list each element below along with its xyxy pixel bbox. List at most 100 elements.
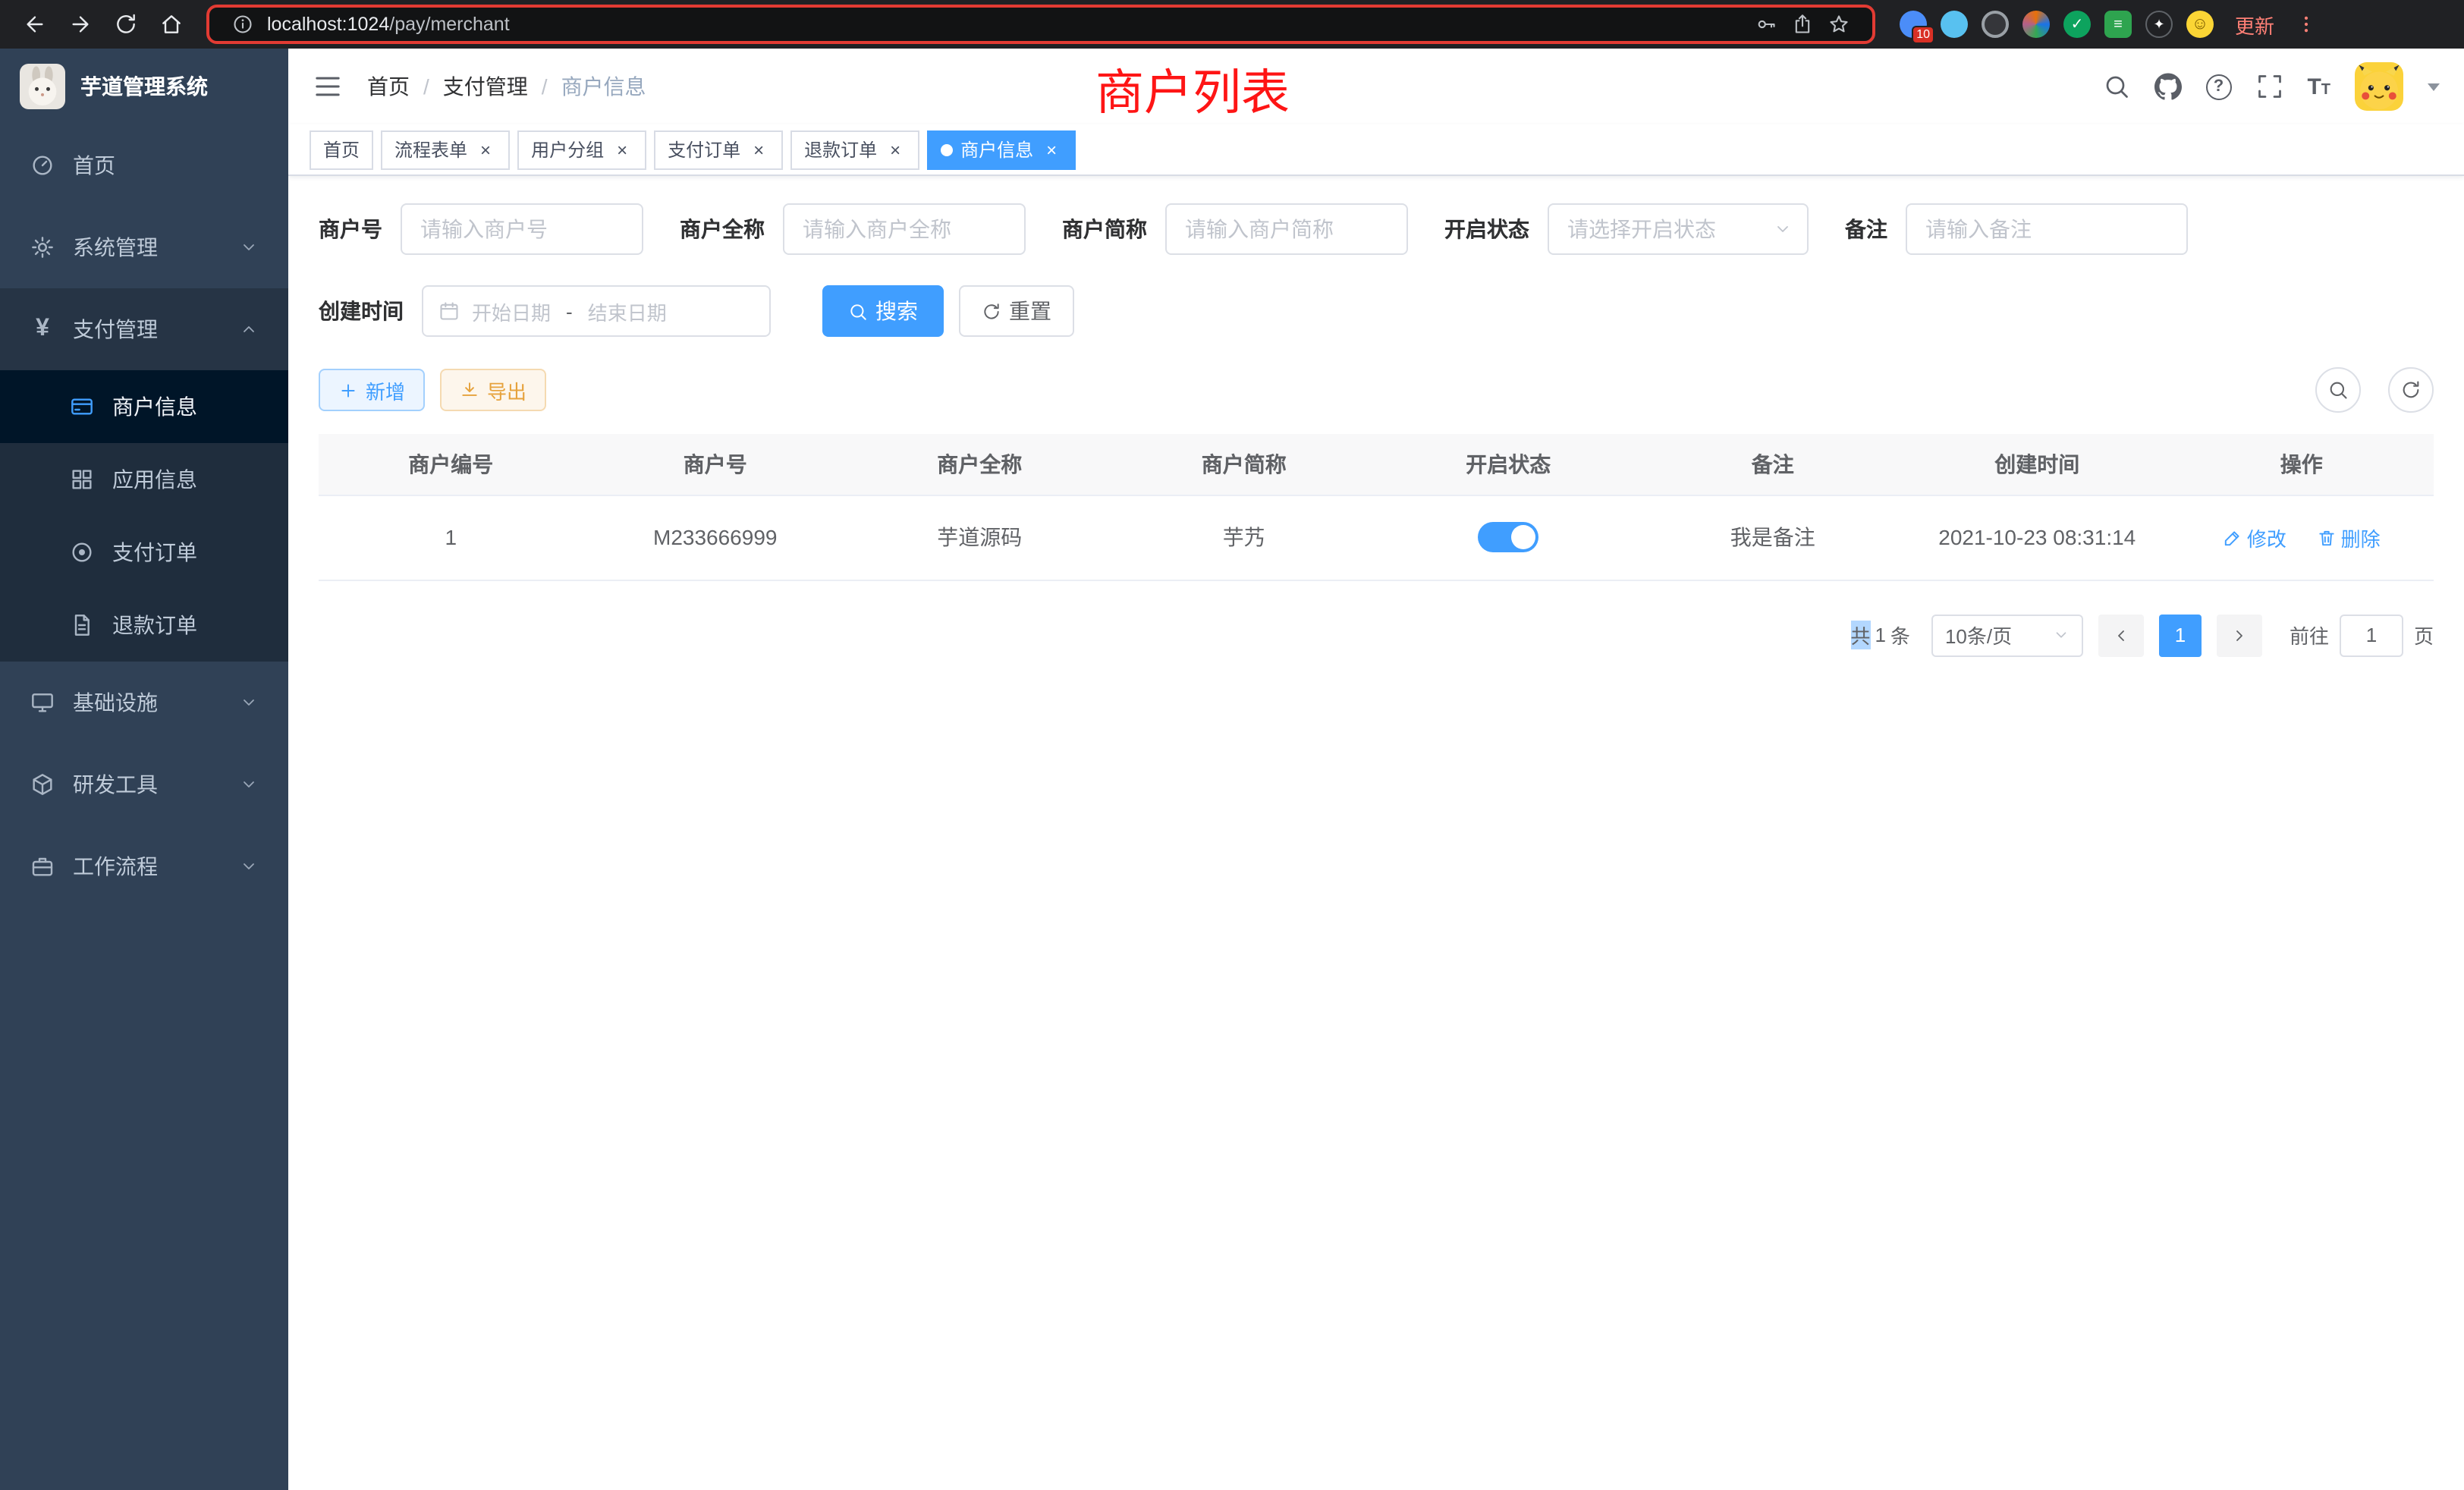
yen-icon: ¥ <box>30 317 55 341</box>
chevron-down-icon <box>2053 627 2070 643</box>
user-avatar[interactable] <box>2355 62 2403 111</box>
extension-icon[interactable] <box>2063 11 2091 38</box>
document-icon <box>70 613 94 637</box>
close-icon[interactable]: × <box>475 139 496 160</box>
show-search-toggle-icon[interactable] <box>2315 367 2361 413</box>
credit-card-icon <box>70 395 94 419</box>
hamburger-icon[interactable] <box>313 71 343 102</box>
edit-button[interactable]: 修改 <box>2223 523 2286 552</box>
sidebar-item-workflow[interactable]: 工作流程 <box>0 825 288 907</box>
reset-button[interactable]: 重置 <box>959 285 1074 337</box>
url-text: localhost:1024/pay/merchant <box>267 14 510 35</box>
sidebar-item-merchant-info[interactable]: 商户信息 <box>0 370 288 443</box>
password-key-icon[interactable] <box>1755 14 1777 35</box>
filter-label: 创建时间 <box>319 296 404 326</box>
filter-label: 商户简称 <box>1062 214 1147 244</box>
filter-remark: 备注 <box>1845 203 2188 255</box>
sidebar-item-label: 商户信息 <box>112 391 197 422</box>
extensions-tray: 10 <box>1900 11 2214 38</box>
close-icon[interactable]: × <box>748 139 769 160</box>
fullscreen-icon[interactable] <box>2255 73 2283 100</box>
cell-create-time: 2021-10-23 08:31:14 <box>1905 495 2170 580</box>
export-button[interactable]: 导出 <box>440 369 546 411</box>
sidebar-item-app-info[interactable]: 应用信息 <box>0 443 288 516</box>
goto-page-input[interactable] <box>2340 614 2403 656</box>
extension-icon[interactable]: 10 <box>1900 11 1927 38</box>
browser-update-button[interactable]: 更新 <box>2235 10 2274 39</box>
close-icon[interactable]: × <box>885 139 906 160</box>
tab-process-form[interactable]: 流程表单 × <box>381 130 510 169</box>
breadcrumb-payment[interactable]: 支付管理 <box>443 71 528 102</box>
delete-button[interactable]: 删除 <box>2317 523 2381 552</box>
browser-toolbar: localhost:1024/pay/merchant 10 更新 <box>0 0 2464 49</box>
site-info-icon[interactable] <box>232 14 253 35</box>
app-logo[interactable]: 芋道管理系统 <box>0 49 288 124</box>
extension-icon[interactable] <box>1982 11 2009 38</box>
refresh-table-icon[interactable] <box>2388 367 2434 413</box>
bookmark-star-icon[interactable] <box>1828 14 1850 35</box>
sidebar-item-label: 工作流程 <box>73 851 158 882</box>
sidebar-item-label: 研发工具 <box>73 769 158 800</box>
remark-input[interactable] <box>1906 203 2188 255</box>
status-select-placeholder: 请选择开启状态 <box>1567 214 1716 244</box>
sidebar-item-home[interactable]: 首页 <box>0 124 288 206</box>
sidebar-item-infrastructure[interactable]: 基础设施 <box>0 662 288 743</box>
reload-icon[interactable] <box>106 5 146 44</box>
filter-label: 开启状态 <box>1444 214 1529 244</box>
cell-merchant-no: M233666999 <box>583 495 848 580</box>
sidebar-item-dev-tools[interactable]: 研发工具 <box>0 743 288 825</box>
tabs-bar: 首页 流程表单 × 用户分组× 支付订单× 退款订单× 商户信息× <box>288 124 2464 176</box>
tab-payment-orders[interactable]: 支付订单× <box>654 130 783 169</box>
close-icon[interactable]: × <box>611 139 633 160</box>
sidebar-item-label: 基础设施 <box>73 687 158 718</box>
pagination-goto: 前往 页 <box>2290 614 2434 656</box>
next-page-button[interactable] <box>2217 614 2262 656</box>
home-icon[interactable] <box>152 5 191 44</box>
tab-user-group[interactable]: 用户分组× <box>517 130 646 169</box>
monitor-icon <box>30 690 55 715</box>
url-path: /pay/merchant <box>389 14 509 35</box>
merchant-no-input[interactable] <box>401 203 643 255</box>
extension-icon[interactable] <box>2145 11 2173 38</box>
prev-page-button[interactable] <box>2098 614 2144 656</box>
add-button[interactable]: 新增 <box>319 369 425 411</box>
filter-short-name: 商户简称 <box>1062 203 1408 255</box>
extension-icon[interactable] <box>1941 11 1968 38</box>
sidebar-item-refund-orders[interactable]: 退款订单 <box>0 589 288 662</box>
extension-icon[interactable] <box>2022 11 2050 38</box>
forward-icon[interactable] <box>61 5 100 44</box>
sidebar-item-payment-orders[interactable]: 支付订单 <box>0 516 288 589</box>
page-1-button[interactable]: 1 <box>2159 614 2202 656</box>
help-icon[interactable]: ? <box>2205 74 2231 99</box>
font-size-icon[interactable]: TT <box>2307 75 2330 98</box>
sidebar-item-system[interactable]: 系统管理 <box>0 206 288 288</box>
col-merchant-id: 商户编号 <box>319 434 583 495</box>
tab-refund-orders[interactable]: 退款订单× <box>790 130 919 169</box>
short-name-input[interactable] <box>1165 203 1408 255</box>
page-content: 商户号 商户全称 商户简称 开启状态 请选择开启状态 <box>288 176 2464 684</box>
close-icon[interactable]: × <box>1041 139 1062 160</box>
github-icon[interactable] <box>2154 73 2181 100</box>
full-name-input[interactable] <box>783 203 1026 255</box>
extension-icon[interactable] <box>2104 11 2132 38</box>
tab-home[interactable]: 首页 <box>310 130 373 169</box>
address-bar[interactable]: localhost:1024/pay/merchant <box>206 5 1875 44</box>
status-toggle[interactable] <box>1478 522 1538 552</box>
caret-down-icon[interactable] <box>2428 83 2440 90</box>
status-select[interactable]: 请选择开启状态 <box>1548 203 1809 255</box>
browser-menu-icon[interactable] <box>2286 5 2326 44</box>
tab-label: 流程表单 <box>394 137 467 162</box>
extension-badge: 10 <box>1912 26 1934 44</box>
page-size-select[interactable]: 10条/页 <box>1931 614 2083 656</box>
search-icon[interactable] <box>2102 73 2129 100</box>
date-range-picker[interactable]: 开始日期 - 结束日期 <box>422 285 771 337</box>
tab-merchant-info[interactable]: 商户信息× <box>927 130 1076 169</box>
cell-remark: 我是备注 <box>1641 495 1906 580</box>
share-icon[interactable] <box>1792 14 1813 35</box>
breadcrumb-home[interactable]: 首页 <box>367 71 410 102</box>
sidebar-item-payment[interactable]: ¥ 支付管理 <box>0 288 288 370</box>
pagination-total-prefix: 共 <box>1850 621 1870 649</box>
search-button[interactable]: 搜索 <box>822 285 944 337</box>
back-icon[interactable] <box>15 5 55 44</box>
extension-icon[interactable] <box>2186 11 2214 38</box>
